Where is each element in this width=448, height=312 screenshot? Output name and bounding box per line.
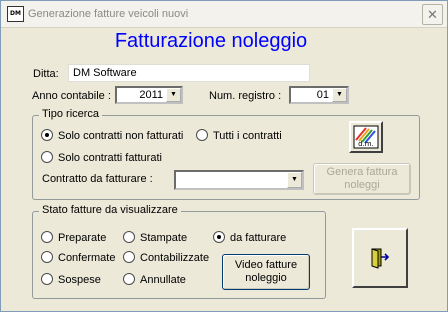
- logo-button[interactable]: d.m.: [349, 121, 383, 153]
- anno-label: Anno contabile :: [32, 90, 111, 102]
- ditta-label: Ditta:: [33, 68, 59, 80]
- close-button[interactable]: ✕: [422, 4, 443, 25]
- radio-sospese[interactable]: Sospese: [41, 273, 101, 286]
- radio-confermate[interactable]: Confermate: [41, 251, 115, 264]
- video-fatture-button[interactable]: Video fatture noleggio: [222, 254, 310, 290]
- anno-value: 2011: [139, 89, 163, 101]
- radio-contabilizzate[interactable]: Contabilizzate: [123, 251, 209, 264]
- genera-fattura-button[interactable]: Genera fattura noleggi: [313, 163, 411, 195]
- radio-dot[interactable]: [123, 273, 135, 285]
- chevron-down-icon[interactable]: ▼: [287, 172, 302, 188]
- title-bar: DM Generazione fatture veicoli nuovi ✕: [1, 1, 447, 28]
- exit-button[interactable]: [352, 228, 408, 288]
- radio-dot[interactable]: [123, 251, 135, 263]
- contratto-label: Contratto da fatturare :: [42, 173, 153, 185]
- registro-select[interactable]: 01 ▼: [289, 86, 349, 104]
- radio-tutti[interactable]: Tutti i contratti: [196, 129, 282, 142]
- registro-value: 01: [316, 89, 329, 101]
- radio-annullate[interactable]: Annullate: [123, 273, 186, 286]
- dialog-window: DM Generazione fatture veicoli nuovi ✕ F…: [0, 0, 448, 312]
- chevron-down-icon[interactable]: ▼: [332, 88, 347, 102]
- radio-dot[interactable]: [41, 251, 53, 263]
- window-title: Generazione fatture veicoli nuovi: [28, 8, 189, 20]
- radio-fatturati[interactable]: Solo contratti fatturati: [41, 151, 162, 164]
- page-title: Fatturazione noleggio: [114, 30, 308, 52]
- registro-label: Num. registro :: [209, 90, 282, 102]
- radio-dot[interactable]: [41, 129, 53, 141]
- radio-da-fatturare[interactable]: da fatturare: [213, 231, 286, 244]
- radio-dot[interactable]: [41, 231, 53, 243]
- radio-stampate[interactable]: Stampate: [123, 231, 187, 244]
- stato-legend: Stato fatture da visualizzare: [39, 204, 181, 216]
- anno-select[interactable]: 2011 ▼: [115, 86, 183, 104]
- radio-preparate[interactable]: Preparate: [41, 231, 106, 244]
- radio-dot[interactable]: [196, 129, 208, 141]
- chevron-down-icon[interactable]: ▼: [166, 88, 181, 102]
- exit-door-icon: [371, 248, 390, 269]
- app-icon: DM: [7, 6, 24, 22]
- contratto-select[interactable]: ▼: [174, 170, 304, 190]
- radio-dot[interactable]: [41, 151, 53, 163]
- radio-dot[interactable]: [41, 273, 53, 285]
- dm-logo-icon: d.m.: [353, 125, 379, 149]
- radio-dot[interactable]: [213, 231, 225, 243]
- svg-text:d.m.: d.m.: [358, 140, 374, 148]
- radio-non-fatturati[interactable]: Solo contratti non fatturati: [41, 129, 183, 142]
- tipo-ricerca-legend: Tipo ricerca: [39, 108, 103, 120]
- ditta-field[interactable]: DM Software: [68, 64, 310, 82]
- radio-dot[interactable]: [123, 231, 135, 243]
